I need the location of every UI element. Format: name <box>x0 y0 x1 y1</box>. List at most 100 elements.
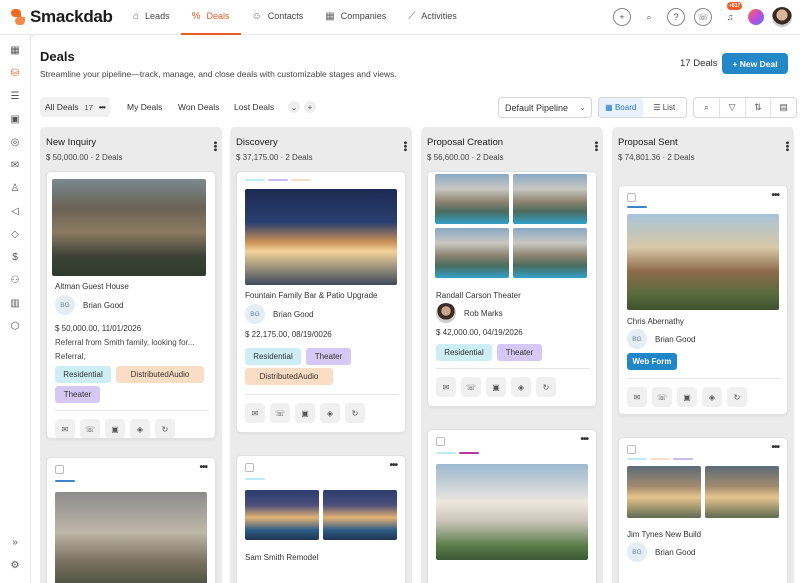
nav-label: Companies <box>340 11 387 21</box>
sort-icon[interactable]: ⇅ <box>746 98 772 117</box>
card-menu-icon[interactable]: ••• <box>771 442 779 453</box>
column-menu-icon[interactable]: ••• <box>209 141 220 152</box>
deal-note: Referral from Smith family, looking for.… <box>55 338 195 347</box>
deal-card[interactable]: ••• Sam Smith Remodel <box>236 455 406 583</box>
task-icon[interactable]: ▣ <box>486 377 506 397</box>
deal-card[interactable]: ••• Jim Tynes New Build BG Brian Good <box>618 437 788 583</box>
deal-photo <box>435 228 509 278</box>
user-avatar[interactable] <box>772 7 792 27</box>
bell-icon[interactable]: ♫ +817 <box>721 2 743 26</box>
column-menu-icon[interactable]: ••• <box>781 141 792 152</box>
tab-all-deals[interactable]: All Deals 17 ••• <box>40 97 110 117</box>
call-icon[interactable]: ☏ <box>80 419 100 438</box>
task-icon[interactable]: ▣ <box>105 419 125 438</box>
products-icon[interactable]: ⬡ <box>8 319 22 333</box>
add-icon[interactable]: + <box>613 8 631 26</box>
deal-photo <box>705 466 779 518</box>
refresh-icon[interactable]: ↻ <box>536 377 556 397</box>
avatar: BG <box>627 542 647 562</box>
more-icon[interactable]: ••• <box>99 102 106 112</box>
box-icon[interactable]: ◇ <box>8 227 22 241</box>
email-icon[interactable]: ✉ <box>436 377 456 397</box>
tasks-icon[interactable]: ☰ <box>8 89 22 103</box>
avatar: BG <box>245 304 265 324</box>
email-icon[interactable]: ✉ <box>245 403 265 423</box>
column-menu-icon[interactable]: ••• <box>590 141 601 152</box>
card-menu-icon[interactable]: ••• <box>389 460 397 471</box>
card-checkbox[interactable] <box>55 465 64 474</box>
board-view-button[interactable]: ▦ Board <box>599 98 643 117</box>
card-checkbox[interactable] <box>436 437 445 446</box>
tag: Residential <box>245 348 301 365</box>
dollar-icon[interactable]: $ <box>8 250 22 264</box>
expand-sidebar-icon[interactable]: » <box>8 535 22 549</box>
apps-icon[interactable] <box>748 9 764 25</box>
refresh-icon[interactable]: ↻ <box>345 403 365 423</box>
deal-card[interactable]: Altman Guest House BG Brian Good $ 50,00… <box>46 171 216 439</box>
deals-sidebar-icon[interactable]: ⛁ <box>8 66 22 80</box>
card-menu-icon[interactable]: ••• <box>580 434 588 445</box>
search-icon[interactable]: ⌕ <box>640 8 658 26</box>
tag-color-bar <box>650 458 670 460</box>
reports-icon[interactable]: ▥ <box>8 296 22 310</box>
phone-icon[interactable]: ☏ <box>694 8 712 26</box>
deal-name: Randall Carson Theater <box>436 291 521 300</box>
team-icon[interactable]: ♙ <box>8 181 22 195</box>
tag-icon[interactable]: ◈ <box>320 403 340 423</box>
chevron-down-icon[interactable]: ⌄ <box>288 101 300 113</box>
email-icon[interactable]: ✉ <box>627 387 647 407</box>
call-icon[interactable]: ☏ <box>270 403 290 423</box>
tag-color-bar <box>245 179 265 181</box>
nav-item-activities[interactable]: ⟋ Activities <box>397 0 468 35</box>
column-title: New Inquiry <box>46 137 97 148</box>
deal-card[interactable]: Randall Carson Theater Rob Marks $ 42,00… <box>427 171 597 407</box>
task-icon[interactable]: ▣ <box>677 387 697 407</box>
new-deal-button[interactable]: + New Deal <box>722 53 788 74</box>
megaphone-icon[interactable]: ◁ <box>8 204 22 218</box>
settings-icon[interactable]: ⚙ <box>8 558 22 572</box>
add-view-icon[interactable]: + <box>304 101 316 113</box>
card-menu-icon[interactable]: ••• <box>771 190 779 201</box>
view-toggle: ▦ Board ☰ List <box>598 97 687 118</box>
email-icon[interactable]: ✉ <box>55 419 75 438</box>
tag: Theater <box>497 344 542 361</box>
list-view-button[interactable]: ☰ List <box>643 98 687 117</box>
filter-icon[interactable]: ▽ <box>720 98 746 117</box>
call-icon[interactable]: ☏ <box>652 387 672 407</box>
tag-icon[interactable]: ◈ <box>511 377 531 397</box>
workflow-icon[interactable]: ⚇ <box>8 273 22 287</box>
search-icon[interactable]: ⌕ <box>694 98 720 117</box>
deal-card[interactable]: ••• <box>427 429 597 583</box>
task-icon[interactable]: ▣ <box>295 403 315 423</box>
app-logo[interactable]: Smackdab <box>10 7 120 27</box>
nav-item-contacts[interactable]: ☺ Contacts <box>241 0 315 35</box>
tab-lost-deals[interactable]: Lost Deals <box>234 97 274 117</box>
refresh-icon[interactable]: ↻ <box>727 387 747 407</box>
help-icon[interactable]: ? <box>667 8 685 26</box>
deal-photo <box>52 179 206 276</box>
card-checkbox[interactable] <box>627 445 636 454</box>
contacts-sidebar-icon[interactable]: ◎ <box>8 135 22 149</box>
card-settings-icon[interactable]: ▤ <box>771 98 796 117</box>
deal-card[interactable]: ••• <box>46 457 216 583</box>
card-checkbox[interactable] <box>245 463 254 472</box>
card-menu-icon[interactable]: ••• <box>199 462 207 473</box>
call-icon[interactable]: ☏ <box>461 377 481 397</box>
column-menu-icon[interactable]: ••• <box>399 141 410 152</box>
dashboard-icon[interactable]: ▦ <box>8 43 22 57</box>
refresh-icon[interactable]: ↻ <box>155 419 175 438</box>
tab-won-deals[interactable]: Won Deals <box>178 97 219 117</box>
pipeline-select[interactable]: Default Pipeline ⌄ <box>498 97 592 118</box>
calendar-icon[interactable]: ▣ <box>8 112 22 126</box>
column-title: Proposal Creation <box>427 137 504 148</box>
nav-item-deals[interactable]: % Deals <box>180 0 241 35</box>
nav-item-leads[interactable]: ⌂ Leads <box>122 0 181 35</box>
tab-my-deals[interactable]: My Deals <box>127 97 162 117</box>
tag-icon[interactable]: ◈ <box>130 419 150 438</box>
mail-icon[interactable]: ✉ <box>8 158 22 172</box>
card-checkbox[interactable] <box>627 193 636 202</box>
deal-card[interactable]: Fountain Family Bar & Patio Upgrade BG B… <box>236 171 406 433</box>
nav-item-companies[interactable]: ▦ Companies <box>314 0 397 35</box>
deal-card[interactable]: ••• Chris Abernathy BG Brian Good Web Fo… <box>618 185 788 415</box>
tag-icon[interactable]: ◈ <box>702 387 722 407</box>
